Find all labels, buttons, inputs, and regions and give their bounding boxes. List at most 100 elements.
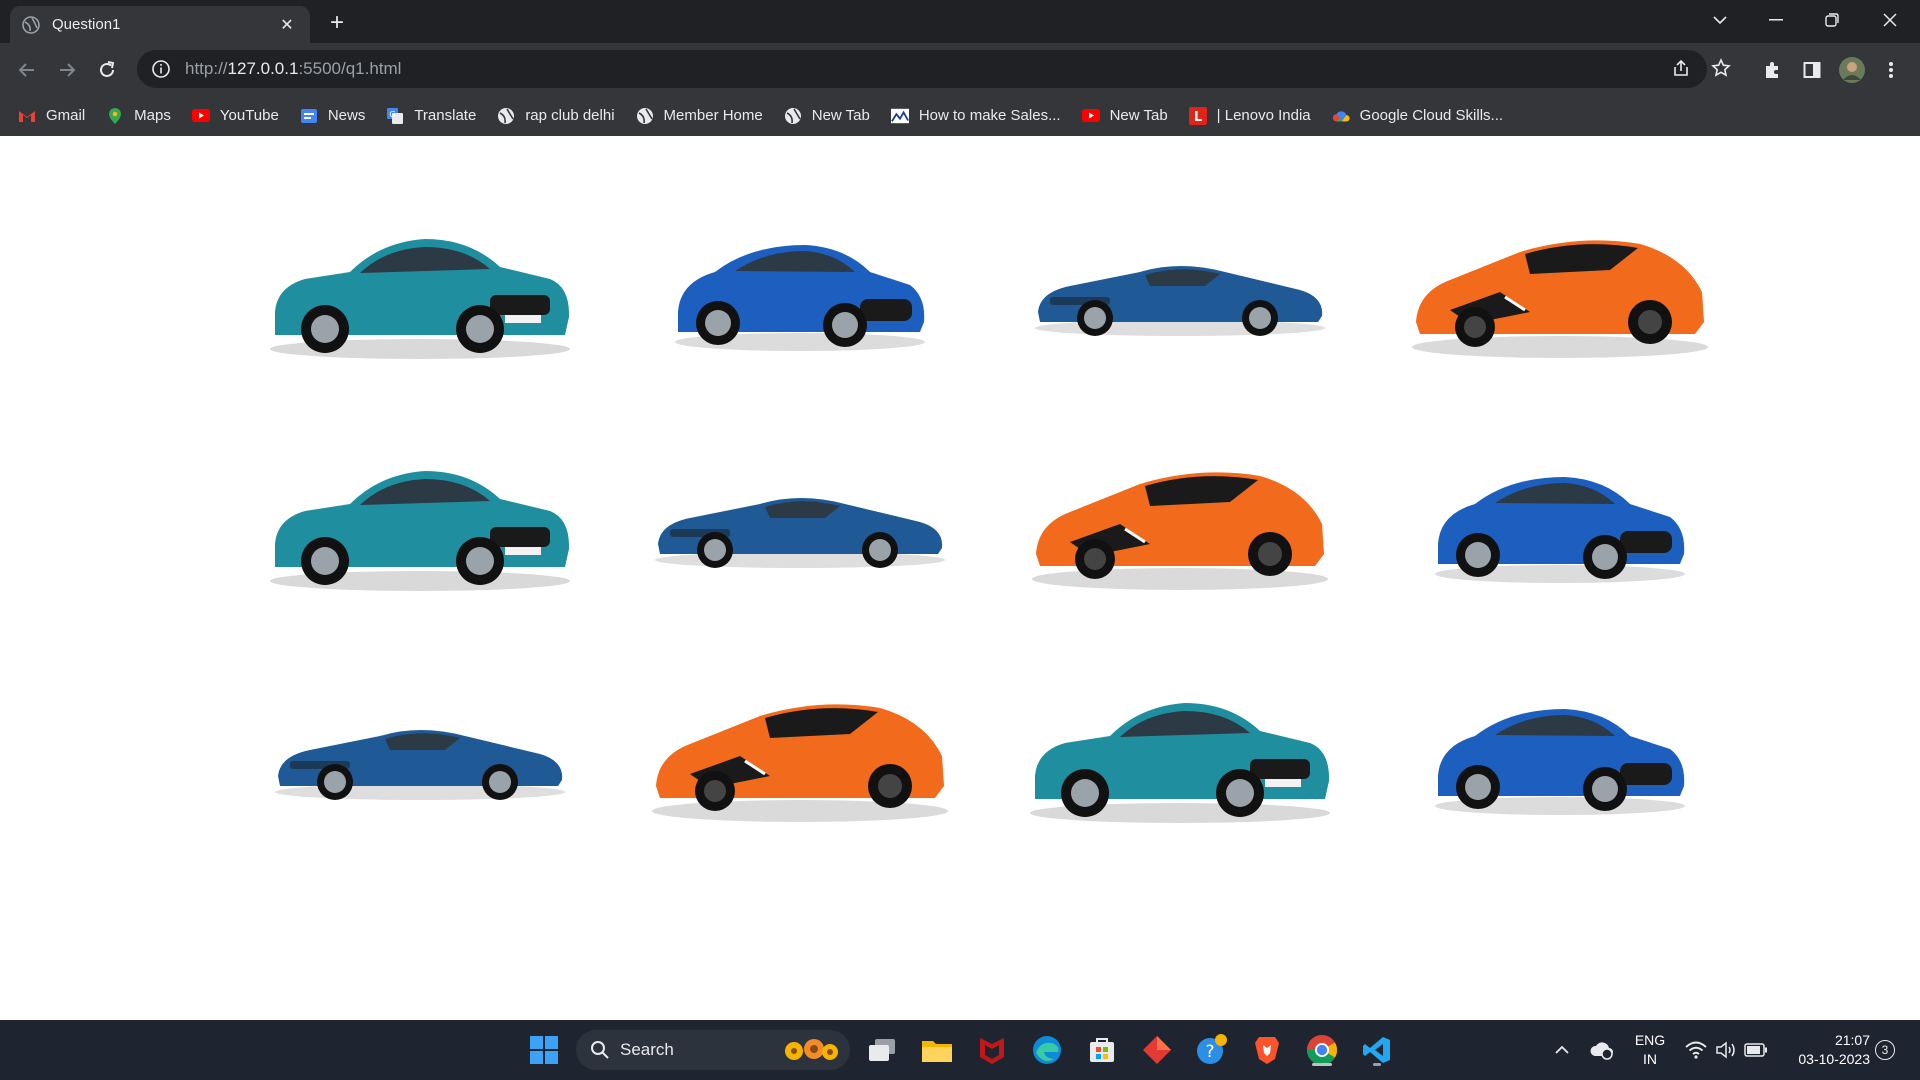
search-icon xyxy=(591,1041,609,1059)
svg-text:G: G xyxy=(390,110,396,119)
windows-start-icon[interactable] xyxy=(524,1030,564,1070)
car-image xyxy=(1410,222,1710,362)
car-image xyxy=(1430,459,1690,589)
bookmark-item[interactable]: rap club delhi xyxy=(497,107,615,125)
microsoft-store-icon[interactable] xyxy=(1082,1030,1122,1070)
car-image-cell xyxy=(990,408,1370,640)
app-diamond-icon[interactable] xyxy=(1137,1030,1177,1070)
car-image-cell xyxy=(230,640,610,872)
car-image-cell xyxy=(990,640,1370,872)
extensions-icon[interactable] xyxy=(1757,55,1787,85)
search-label: Search xyxy=(620,1040,674,1059)
tab-close-icon[interactable]: ✕ xyxy=(276,14,298,36)
bookmark-item[interactable]: News xyxy=(300,107,366,125)
car-image xyxy=(650,474,950,574)
get-help-icon[interactable]: ? xyxy=(1192,1030,1232,1070)
file-explorer-icon[interactable] xyxy=(917,1030,957,1070)
bookmark-item[interactable]: Gmail xyxy=(18,107,85,125)
bookmark-label: Google Cloud Skills... xyxy=(1359,107,1504,124)
region-code: IN xyxy=(1643,1051,1657,1067)
site-info-icon[interactable] xyxy=(151,59,171,79)
globe-icon xyxy=(22,15,40,34)
clock-date: 03-10-2023 xyxy=(1798,1051,1870,1067)
news-icon xyxy=(300,107,318,125)
bookmark-item[interactable]: Google Cloud Skills... xyxy=(1332,107,1503,125)
bookmark-label: | Lenovo India xyxy=(1216,107,1311,124)
bookmark-item[interactable]: Member Home xyxy=(636,107,763,125)
language-indicator[interactable]: ENG IN xyxy=(1628,1031,1672,1069)
bookmark-star-icon[interactable] xyxy=(1706,53,1736,83)
bookmark-label: News xyxy=(327,107,366,124)
bookmark-item[interactable]: New Tab xyxy=(784,107,870,125)
car-image-cell xyxy=(610,640,990,872)
url-scheme: http:// xyxy=(185,59,228,78)
bookmark-label: Gmail xyxy=(46,107,86,124)
profile-avatar[interactable] xyxy=(1837,55,1867,85)
share-icon[interactable] xyxy=(1666,53,1696,83)
gmail-icon xyxy=(18,107,36,125)
car-image-cell xyxy=(230,408,610,640)
url-host: 127.0.0.1 xyxy=(227,59,299,78)
search-highlight-icon xyxy=(785,1039,838,1060)
bookmark-item[interactable]: New Tab xyxy=(1081,107,1168,125)
side-panel-icon[interactable] xyxy=(1797,55,1827,85)
tab-search-icon[interactable] xyxy=(1692,0,1748,40)
car-image-cell xyxy=(1370,176,1750,408)
close-window-button[interactable] xyxy=(1862,0,1918,40)
reload-button[interactable] xyxy=(92,55,122,85)
car-image-cell xyxy=(610,408,990,640)
bookmark-label: YouTube xyxy=(219,107,279,124)
url-path: :5500/q1.html xyxy=(298,59,402,78)
bookmark-item[interactable]: Maps xyxy=(106,107,171,125)
svg-text:?: ? xyxy=(1205,1042,1214,1062)
bookmark-item[interactable]: How to make Sales... xyxy=(890,107,1061,125)
back-button[interactable] xyxy=(12,55,42,85)
chrome-icon[interactable] xyxy=(1302,1030,1342,1070)
car-image xyxy=(265,449,575,599)
clock[interactable]: 21:07 03-10-2023 xyxy=(1780,1031,1870,1069)
minimize-button[interactable] xyxy=(1748,0,1804,40)
car-image xyxy=(265,217,575,367)
browser-tab[interactable]: Question1 ✕ xyxy=(10,6,310,43)
bookmark-label: New Tab xyxy=(811,107,870,124)
car-image xyxy=(1025,681,1335,831)
maps-icon xyxy=(106,107,124,125)
car-image-cell xyxy=(610,176,990,408)
youtube-icon xyxy=(1081,107,1100,125)
page-content xyxy=(0,136,1920,1020)
car-image-cell xyxy=(230,176,610,408)
chart-icon xyxy=(890,107,909,125)
car-image-cell xyxy=(1370,640,1750,872)
bookmark-item[interactable]: G Translate xyxy=(386,107,476,125)
battery-icon[interactable] xyxy=(1736,1030,1776,1070)
car-image xyxy=(670,227,930,357)
svg-text:L: L xyxy=(1194,110,1202,125)
vscode-icon[interactable] xyxy=(1357,1030,1397,1070)
address-bar[interactable]: http://127.0.0.1:5500/q1.html xyxy=(137,50,1707,88)
car-image xyxy=(270,706,570,806)
car-image xyxy=(1030,454,1330,594)
notification-badge[interactable]: 3 xyxy=(1875,1040,1895,1060)
globe-icon xyxy=(636,107,654,125)
edge-icon[interactable] xyxy=(1027,1030,1067,1070)
restore-button[interactable] xyxy=(1804,0,1860,40)
translate-icon: G xyxy=(386,107,404,125)
bookmark-item[interactable]: L | Lenovo India xyxy=(1188,106,1311,125)
car-image-cell xyxy=(990,176,1370,408)
lenovo-icon: L xyxy=(1188,106,1207,125)
bookmark-item[interactable]: YouTube xyxy=(191,107,279,125)
globe-icon xyxy=(784,107,802,125)
show-hidden-icons-chevron-icon[interactable] xyxy=(1542,1030,1582,1070)
taskbar: Search ? ENG IN 21:07 03-10-2023 3 xyxy=(0,1020,1920,1080)
menu-kebab-icon[interactable] xyxy=(1876,55,1906,85)
taskbar-search[interactable]: Search xyxy=(576,1030,850,1070)
mcafee-icon[interactable] xyxy=(972,1030,1012,1070)
bookmark-label: Maps xyxy=(134,107,171,124)
forward-button[interactable] xyxy=(52,55,82,85)
task-view-icon[interactable] xyxy=(862,1030,902,1070)
onedrive-cloud-icon[interactable] xyxy=(1582,1030,1622,1070)
new-tab-button[interactable]: + xyxy=(322,8,352,38)
car-image xyxy=(1030,242,1330,342)
brave-browser-icon[interactable] xyxy=(1247,1030,1287,1070)
globe-icon xyxy=(497,107,515,125)
